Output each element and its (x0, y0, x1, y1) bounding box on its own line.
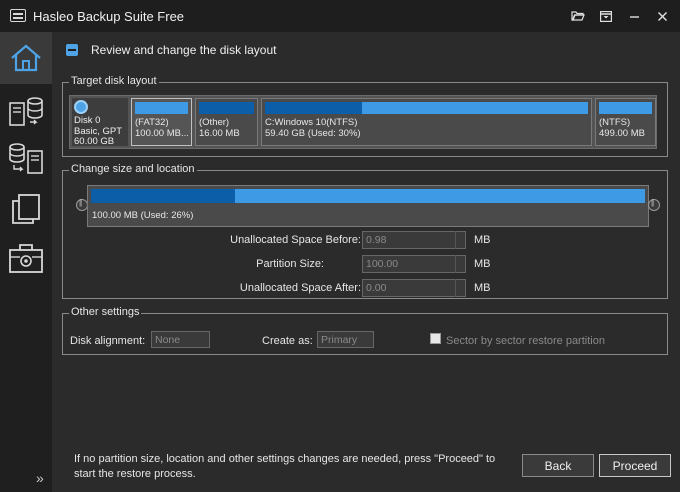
partition-used-fill (265, 102, 362, 114)
home-icon (11, 44, 41, 72)
partition-size-label: Partition Size: (256, 258, 324, 270)
disk-layout-icon (66, 44, 78, 56)
partition-name: (NTFS) (599, 117, 631, 128)
partition-fat32[interactable]: (FAT32) 100.00 MB... (131, 98, 192, 146)
partition-bar (599, 102, 652, 114)
unallocated-before-spinner[interactable] (455, 231, 456, 249)
page-title: Review and change the disk layout (91, 43, 277, 57)
unallocated-before-label: Unallocated Space Before: (230, 234, 361, 246)
restore-icon (9, 143, 43, 174)
sidebar-item-home[interactable] (0, 32, 52, 84)
unallocated-before-unit: MB (474, 234, 491, 246)
change-size-group: Change size and location 100.00 MB (Used… (62, 163, 668, 299)
other-settings-legend: Other settings (69, 306, 142, 318)
disk-size: 60.00 GB (74, 136, 115, 147)
partition-size-input[interactable] (362, 255, 466, 273)
change-size-legend: Change size and location (69, 163, 197, 175)
resize-used-fill (91, 189, 236, 203)
create-as-label: Create as: (262, 335, 313, 347)
other-settings-group: Other settings Disk alignment: None Crea… (62, 306, 668, 355)
unallocated-before-input[interactable] (362, 231, 466, 249)
create-as-select[interactable]: Primary (317, 331, 374, 348)
clone-icon (12, 194, 40, 224)
unallocated-after-unit: MB (474, 282, 491, 294)
close-icon[interactable] (651, 6, 673, 26)
target-disk-legend: Target disk layout (69, 75, 159, 87)
disk-number: Disk 0 (74, 115, 101, 126)
title-bar: Hasleo Backup Suite Free (0, 0, 680, 32)
menu-icon[interactable] (595, 6, 617, 26)
back-button[interactable]: Back (522, 454, 594, 477)
partition-size: 499.00 MB (599, 128, 645, 139)
sidebar-item-backup[interactable] (0, 86, 52, 138)
main-panel: Review and change the disk layout Target… (52, 32, 680, 492)
disk-row: Disk 0 Basic, GPT 60.00 GB (FAT32) 100.0… (69, 95, 657, 149)
right-resize-handle[interactable] (648, 198, 660, 211)
footer-message: If no partition size, location and other… (74, 453, 496, 480)
app-logo-icon (10, 9, 26, 22)
sidebar-item-tools[interactable] (0, 232, 52, 284)
resize-bar (91, 189, 645, 203)
partition-size-spinner[interactable] (455, 255, 456, 273)
sidebar-item-restore[interactable] (0, 132, 52, 184)
partition-resize-track[interactable]: 100.00 MB (Used: 26%) (87, 185, 649, 227)
disk-alignment-label: Disk alignment: (70, 335, 146, 347)
sidebar-item-clone[interactable] (0, 182, 52, 234)
disk-info[interactable]: Disk 0 Basic, GPT 60.00 GB (72, 98, 128, 147)
target-disk-group: Target disk layout Disk 0 Basic, GPT 60.… (62, 75, 668, 157)
proceed-button[interactable]: Proceed (599, 454, 671, 477)
partition-used-fill (199, 102, 254, 114)
backup-icon (9, 97, 43, 126)
expand-sidebar-icon[interactable]: » (36, 470, 44, 486)
partition-other[interactable]: (Other) 16.00 MB (195, 98, 258, 146)
unallocated-after-input[interactable] (362, 279, 466, 297)
unallocated-after-spinner[interactable] (455, 279, 456, 297)
partition-name: C:Windows 10(NTFS) (265, 117, 358, 128)
partition-name: (FAT32) (135, 117, 169, 128)
toolbox-icon (9, 244, 43, 273)
partition-bar (199, 102, 254, 114)
sector-restore-checkbox[interactable] (430, 333, 441, 344)
partition-size: 100.00 MB... (135, 128, 188, 139)
partition-size: 59.40 GB (Used: 30%) (265, 128, 361, 139)
disk-alignment-select[interactable]: None (151, 331, 210, 348)
sector-restore-label: Sector by sector restore partition (446, 335, 605, 347)
partition-bar (265, 102, 588, 114)
partition-name: (Other) (199, 117, 230, 128)
unallocated-after-label: Unallocated Space After: (239, 282, 361, 294)
partition-bar (135, 102, 188, 114)
folder-open-icon[interactable] (567, 6, 589, 26)
disk-icon (74, 100, 88, 114)
partition-size-unit: MB (474, 258, 491, 270)
sidebar: » (0, 32, 52, 492)
minimize-icon[interactable] (623, 6, 645, 26)
resize-size-label: 100.00 MB (Used: 26%) (92, 210, 194, 221)
partition-size: 16.00 MB (199, 128, 240, 139)
partition-ntfs[interactable]: (NTFS) 499.00 MB (595, 98, 656, 146)
window-title: Hasleo Backup Suite Free (33, 9, 185, 24)
partition-windows[interactable]: C:Windows 10(NTFS) 59.40 GB (Used: 30%) (261, 98, 592, 146)
